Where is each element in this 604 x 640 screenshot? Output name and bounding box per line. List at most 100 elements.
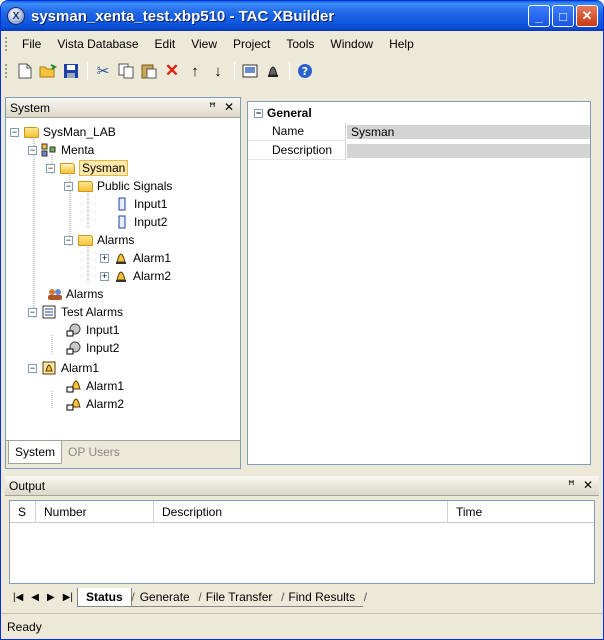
tree-node[interactable]: Input1 [66,321,119,339]
tab-file-transfer[interactable]: File Transfer [197,588,284,607]
column-header[interactable]: Number [36,500,154,523]
menu-project[interactable]: Project [225,37,278,51]
collapse-toggle[interactable]: − [28,363,37,373]
tree-node[interactable]: + Alarm2 [100,267,171,285]
prev-tab-icon[interactable]: ◀ [31,592,39,603]
menu-vista-database[interactable]: Vista Database [49,37,146,51]
app-window: X sysman_xenta_test.xbp510 - TAC XBuilde… [0,0,604,640]
tree-node-label: Alarms [66,287,104,301]
input-alarm-icon [66,341,82,355]
collapse-toggle[interactable]: − [28,307,37,317]
tree-node[interactable]: Alarm2 [66,395,124,413]
help-icon[interactable]: ? [294,60,316,82]
tree-node[interactable]: − Public Signals [64,177,172,195]
menu-view[interactable]: View [183,37,225,51]
open-icon[interactable] [37,60,59,82]
cut-icon[interactable]: ✂ [92,60,114,82]
minimize-button[interactable]: _ [528,5,550,27]
pin-icon[interactable]: ꟸ [209,100,216,114]
signal-icon [114,197,130,211]
tab-generate[interactable]: Generate [131,588,202,607]
menu-grip[interactable] [5,37,8,51]
maximize-button[interactable]: □ [552,5,574,27]
generate-icon[interactable] [239,60,261,82]
expand-toggle[interactable]: + [100,253,109,263]
tree-node-label: Input1 [86,323,120,337]
collapse-toggle[interactable]: − [28,145,37,155]
app-icon: X [7,7,25,25]
title-bar[interactable]: X sysman_xenta_test.xbp510 - TAC XBuilde… [1,1,603,31]
users-icon [46,287,62,301]
next-tab-icon[interactable]: ▶ [47,592,55,603]
new-icon[interactable] [14,60,36,82]
delete-icon[interactable]: ✕ [161,60,183,82]
tree-node-label: Alarm1 [133,251,172,265]
panel-close-icon[interactable]: ✕ [583,478,593,492]
toolbar: ✂ ✕ ↑ ↓ ? [1,57,603,85]
menu-file[interactable]: File [14,37,49,51]
close-button[interactable]: ✕ [576,5,598,27]
move-down-icon[interactable]: ↓ [207,60,229,82]
first-tab-icon[interactable]: |◀ [13,592,23,603]
property-value[interactable]: Sysman [347,125,590,139]
move-up-icon[interactable]: ↑ [184,60,206,82]
tree-node[interactable]: Alarm1 [66,377,124,395]
column-header[interactable]: Time [448,501,594,523]
property-grid: − General Name Sysman Description [247,101,591,465]
menu-tools[interactable]: Tools [278,37,322,51]
output-panel-title: Output [9,478,46,493]
pin-icon[interactable]: ꟸ [568,478,575,492]
column-header[interactable]: Description [154,500,448,523]
folder-open-icon [59,161,75,175]
alarm-icon[interactable] [262,60,284,82]
toolbar-grip[interactable] [5,64,8,78]
copy-icon[interactable] [115,60,137,82]
folder-icon [23,125,39,139]
save-icon[interactable] [60,60,82,82]
tree-node[interactable]: − Alarms [64,231,134,249]
collapse-toggle[interactable]: − [64,235,73,245]
last-tab-icon[interactable]: ▶| [63,592,73,603]
tree-node[interactable]: Input2 [114,213,167,231]
collapse-toggle[interactable]: − [46,163,55,173]
tab-system[interactable]: System [8,441,63,464]
toolbar-separator [289,62,290,80]
tab-op-users[interactable]: OP Users [62,441,126,463]
panel-close-icon[interactable]: ✕ [224,100,234,114]
tree-node[interactable]: − Menta [28,141,94,159]
toolbar-separator [87,62,88,80]
property-row[interactable]: Description [248,142,590,160]
output-panel-header: Output ꟸ ✕ [5,476,599,496]
tree-node[interactable]: − Test Alarms [28,303,123,321]
tree-node[interactable]: − SysMan_LAB [10,123,116,141]
tree-node[interactable]: Alarms [46,285,103,303]
collapse-toggle[interactable]: − [64,181,73,191]
folder-icon [77,233,93,247]
property-row[interactable]: Name Sysman [248,123,590,141]
collapse-toggle[interactable]: − [10,127,19,137]
tree-node[interactable]: Input2 [66,339,119,357]
menu-window[interactable]: Window [322,37,381,51]
paste-icon[interactable] [138,60,160,82]
menu-help[interactable]: Help [381,37,422,51]
tab-status[interactable]: Status [77,587,134,607]
tree-node[interactable]: + Alarm1 [100,249,171,267]
menu-edit[interactable]: Edit [147,37,184,51]
tree-node[interactable]: − Sysman [46,159,129,177]
toolbar-separator [234,62,235,80]
expand-toggle[interactable]: + [100,271,109,281]
project-tree: − SysMan_LAB − Menta − Sysman − Public S… [6,119,240,441]
bell-icon [113,251,129,265]
collapse-toggle[interactable]: − [254,108,263,118]
tree-node-label: Menta [61,143,95,157]
property-value[interactable] [347,144,590,158]
tree-node[interactable]: Input1 [114,195,167,213]
window-controls: _ □ ✕ [528,5,598,27]
property-key: Name [248,123,346,141]
tree-node[interactable]: − Alarm1 [28,359,99,377]
property-category[interactable]: − General [248,104,590,122]
column-header[interactable]: S [10,500,36,523]
tree-node-label: SysMan_LAB [43,125,116,139]
tab-find-results[interactable]: Find Results [280,588,367,607]
menu-bar: File Vista Database Edit View Project To… [1,33,603,55]
